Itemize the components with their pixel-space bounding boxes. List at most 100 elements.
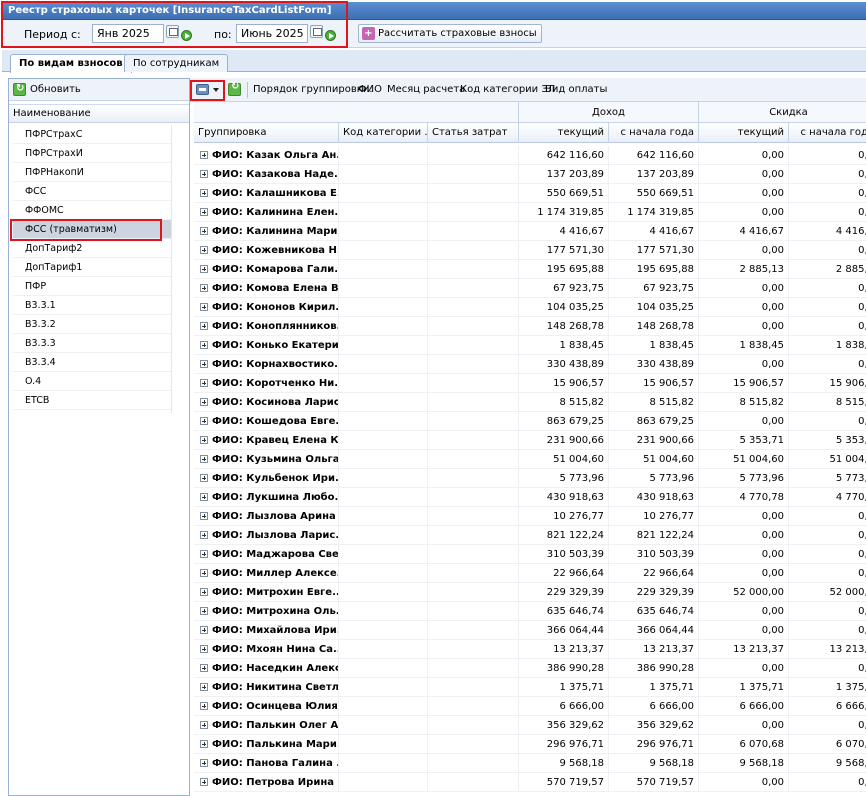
- expand-plus-icon[interactable]: [200, 702, 208, 710]
- grouping-item-payment-type[interactable]: Вид оплаты: [545, 84, 607, 95]
- grouping-item-fio[interactable]: ФИО: [358, 84, 382, 95]
- table-row[interactable]: ФИО: Митрохина Оль... 635 646,74 635 646,7…: [194, 602, 866, 621]
- expand-plus-icon[interactable]: [200, 379, 208, 387]
- table-row[interactable]: ФИО: Казакова Наде... 137 203,89 137 203,8…: [194, 165, 866, 184]
- contribution-type-item[interactable]: B3.3.1: [13, 296, 171, 315]
- expand-plus-icon[interactable]: [200, 740, 208, 748]
- contribution-type-item[interactable]: ПФРСтрахС: [13, 125, 171, 144]
- calculate-contributions-button[interactable]: + Рассчитать страховые взносы: [358, 24, 542, 43]
- expand-plus-icon[interactable]: [200, 550, 208, 558]
- table-row[interactable]: ФИО: Маджарова Све... 310 503,39 310 503,3…: [194, 545, 866, 564]
- table-row[interactable]: ФИО: Коноплянников... 148 268,78 148 268,7…: [194, 317, 866, 336]
- name-column-header[interactable]: Наименование: [9, 104, 189, 123]
- table-row[interactable]: ФИО: Кожевникова Н... 177 571,30 177 571,3…: [194, 241, 866, 260]
- grid-refresh-icon[interactable]: [228, 81, 241, 96]
- expand-plus-icon[interactable]: [200, 265, 208, 273]
- expand-plus-icon[interactable]: [200, 759, 208, 767]
- table-row[interactable]: ФИО: Калашникова Е... 550 669,51 550 669,5…: [194, 184, 866, 203]
- table-row[interactable]: ФИО: Митрохин Евге... 229 329,39 229 329,3…: [194, 583, 866, 602]
- expand-plus-icon[interactable]: [200, 436, 208, 444]
- table-row[interactable]: ФИО: Комарова Гали... 195 695,88 195 695,8…: [194, 260, 866, 279]
- table-row[interactable]: ФИО: Петрова Ирина ... 570 719,57 570 719,…: [194, 773, 866, 792]
- table-row[interactable]: ФИО: Кононов Кирил... 104 035,25 104 035,2…: [194, 298, 866, 317]
- table-row[interactable]: ФИО: Панова Галина ... 9 568,18 9 568,18 9 …: [194, 754, 866, 773]
- period-from-calendar-icon[interactable]: [166, 25, 179, 38]
- contribution-type-item[interactable]: ETCB: [13, 391, 171, 410]
- contribution-type-item[interactable]: ФФОМС: [13, 201, 171, 220]
- table-row[interactable]: ФИО: Мхоян Нина Са... 13 213,37 13 213,37 1…: [194, 640, 866, 659]
- col-header-discount-ytd[interactable]: с начала года: [788, 123, 866, 143]
- expand-plus-icon[interactable]: [200, 607, 208, 615]
- table-row[interactable]: ФИО: Калинина Мари... 4 416,67 4 416,67 4 4…: [194, 222, 866, 241]
- table-row[interactable]: ФИО: Коротченко Ни... 15 906,57 15 906,57 1…: [194, 374, 866, 393]
- table-row[interactable]: ФИО: Лызлова Арина ... 10 276,77 10 276,77…: [194, 507, 866, 526]
- expand-plus-icon[interactable]: [200, 474, 208, 482]
- table-row[interactable]: ФИО: Лукшина Любо... 430 918,63 430 918,63…: [194, 488, 866, 507]
- expand-plus-icon[interactable]: [200, 227, 208, 235]
- period-to-field[interactable]: Июнь 2025: [236, 24, 308, 43]
- expand-plus-icon[interactable]: [200, 208, 208, 216]
- col-header-income-ytd[interactable]: с начала года: [608, 123, 698, 143]
- expand-plus-icon[interactable]: [200, 170, 208, 178]
- expand-plus-icon[interactable]: [200, 341, 208, 349]
- table-row[interactable]: ФИО: Палькина Мари... 296 976,71 296 976,7…: [194, 735, 866, 754]
- contribution-type-item[interactable]: ФСС (травматизм): [13, 220, 171, 239]
- contribution-type-item[interactable]: B3.3.3: [13, 334, 171, 353]
- expand-plus-icon[interactable]: [200, 398, 208, 406]
- table-row[interactable]: ФИО: Косинова Ларис... 8 515,82 8 515,82 8 …: [194, 393, 866, 412]
- table-row[interactable]: ФИО: Кравец Елена К... 231 900,66 231 900,…: [194, 431, 866, 450]
- expand-plus-icon[interactable]: [200, 417, 208, 425]
- col-header-grouping[interactable]: Группировка: [194, 123, 338, 143]
- grouping-item-category-code[interactable]: Код категории ЗЛ: [460, 84, 555, 95]
- contribution-type-item[interactable]: ПФРНакопИ: [13, 163, 171, 182]
- expand-plus-icon[interactable]: [200, 531, 208, 539]
- expand-plus-icon[interactable]: [200, 588, 208, 596]
- expand-plus-icon[interactable]: [200, 645, 208, 653]
- table-row[interactable]: ФИО: Корнахвостико... 330 438,89 330 438,8…: [194, 355, 866, 374]
- table-row[interactable]: ФИО: Михайлова Ири... 366 064,44 366 064,4…: [194, 621, 866, 640]
- left-list-scrollbar[interactable]: [171, 125, 177, 413]
- contribution-type-item[interactable]: ДопТариф1: [13, 258, 171, 277]
- col-header-discount-current[interactable]: текущий: [698, 123, 788, 143]
- expand-plus-icon[interactable]: [200, 151, 208, 159]
- contribution-type-item[interactable]: B3.3.4: [13, 353, 171, 372]
- expand-plus-icon[interactable]: [200, 303, 208, 311]
- expand-plus-icon[interactable]: [200, 246, 208, 254]
- refresh-button[interactable]: Обновить: [13, 81, 81, 98]
- contribution-type-item[interactable]: ПФР: [13, 277, 171, 296]
- expand-plus-icon[interactable]: [200, 512, 208, 520]
- table-row[interactable]: ФИО: Кульбенок Ири... 5 773,96 5 773,96 5 7…: [194, 469, 866, 488]
- expand-plus-icon[interactable]: [200, 322, 208, 330]
- period-to-apply-icon[interactable]: [325, 30, 336, 41]
- table-row[interactable]: ФИО: Осинцева Юлия... 6 666,00 6 666,00 6 6…: [194, 697, 866, 716]
- expand-plus-icon[interactable]: [200, 683, 208, 691]
- expand-plus-icon[interactable]: [200, 455, 208, 463]
- contribution-type-item[interactable]: ДопТариф2: [13, 239, 171, 258]
- contribution-type-item[interactable]: ПФРСтрахИ: [13, 144, 171, 163]
- table-row[interactable]: ФИО: Миллер Алексе... 22 966,64 22 966,64 0…: [194, 564, 866, 583]
- expand-plus-icon[interactable]: [200, 569, 208, 577]
- col-header-cost-item[interactable]: Статья затрат: [427, 123, 518, 143]
- table-row[interactable]: ФИО: Кошедова Евге... 863 679,25 863 679,2…: [194, 412, 866, 431]
- table-row[interactable]: ФИО: Кузьмина Ольга... 51 004,60 51 004,60…: [194, 450, 866, 469]
- contribution-type-item[interactable]: O.4: [13, 372, 171, 391]
- period-to-calendar-icon[interactable]: [310, 25, 323, 38]
- col-header-income-current[interactable]: текущий: [518, 123, 608, 143]
- expand-plus-icon[interactable]: [200, 189, 208, 197]
- expand-plus-icon[interactable]: [200, 626, 208, 634]
- tab-by-employee[interactable]: По сотрудникам: [124, 54, 229, 72]
- col-header-category-code[interactable]: Код категории ...: [338, 123, 427, 143]
- expand-plus-icon[interactable]: [200, 360, 208, 368]
- table-row[interactable]: ФИО: Палькин Олег А... 356 329,62 356 329,…: [194, 716, 866, 735]
- expand-plus-icon[interactable]: [200, 664, 208, 672]
- expand-plus-icon[interactable]: [200, 493, 208, 501]
- table-row[interactable]: ФИО: Комова Елена В... 67 923,75 67 923,75…: [194, 279, 866, 298]
- grouping-item-calc-month[interactable]: Месяц расчета: [387, 84, 465, 95]
- expand-plus-icon[interactable]: [200, 778, 208, 786]
- period-from-apply-icon[interactable]: [181, 30, 192, 41]
- period-from-field[interactable]: Янв 2025: [92, 24, 164, 43]
- expand-plus-icon[interactable]: [200, 284, 208, 292]
- table-row[interactable]: ФИО: Калинина Елен... 1 174 319,85 1 174 3…: [194, 203, 866, 222]
- tab-by-contribution-type[interactable]: По видам взносов: [10, 54, 132, 73]
- table-row[interactable]: ФИО: Казак Ольга Ан... 642 116,60 642 116,…: [194, 146, 866, 165]
